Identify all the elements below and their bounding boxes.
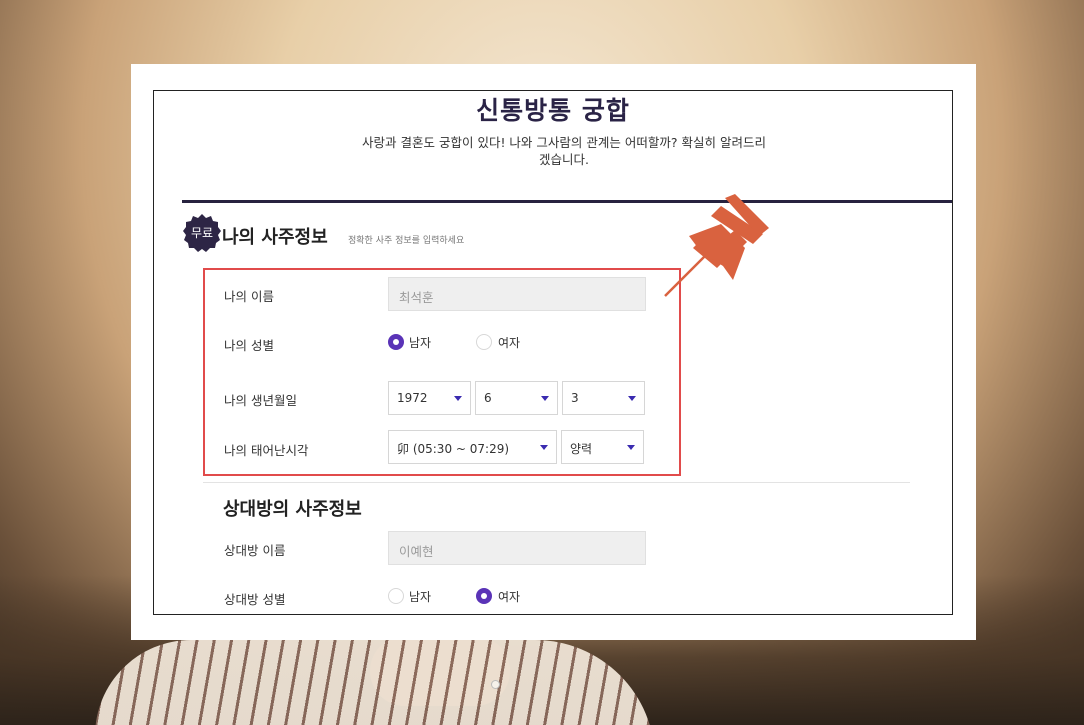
partner-gender-male-label[interactable]: 남자 [409, 588, 431, 605]
caret-down-icon [628, 396, 636, 401]
free-badge: 무료 [182, 213, 222, 253]
pushpin-icon [664, 194, 769, 297]
partner-name-label: 상대방 이름 [224, 543, 286, 558]
section-divider [203, 482, 910, 483]
birth-month-value: 6 [484, 391, 492, 405]
my-gender-male-radio[interactable] [388, 334, 404, 350]
my-gender-male-label[interactable]: 남자 [409, 334, 431, 351]
page-subtitle: 사랑과 결혼도 궁합이 있다! 나와 그사람의 관계는 어떠할까? 확실히 알려… [362, 135, 766, 167]
birth-time-value: 卯 (05:30 ~ 07:29) [397, 442, 510, 456]
caret-down-icon [454, 396, 462, 401]
screenshot-card: 신통방통 궁합 사랑과 결혼도 궁합이 있다! 나와 그사람의 관계는 어떠할까… [131, 64, 976, 640]
form-frame: 신통방통 궁합 사랑과 결혼도 궁합이 있다! 나와 그사람의 관계는 어떠할까… [153, 90, 953, 615]
page-title: 신통방통 궁합 [476, 96, 630, 125]
badge-label: 무료 [190, 226, 214, 240]
caret-down-icon [541, 396, 549, 401]
caret-down-icon [627, 445, 635, 450]
birth-year-select[interactable]: 1972 [388, 381, 471, 415]
my-birthtime-label: 나의 태어난시각 [224, 443, 309, 458]
my-birthdate-label: 나의 생년월일 [224, 393, 297, 408]
my-name-label: 나의 이름 [224, 289, 274, 304]
my-name-input[interactable]: 최석훈 [388, 277, 646, 311]
partner-gender-female-label[interactable]: 여자 [498, 588, 520, 605]
my-gender-label: 나의 성별 [224, 338, 274, 353]
partner-gender-label: 상대방 성별 [224, 592, 286, 607]
my-section-title: 나의 사주정보 [222, 227, 328, 248]
my-gender-female-radio[interactable] [476, 334, 492, 350]
calendar-type-value: 양력 [570, 442, 593, 456]
partner-gender-male-radio[interactable] [388, 588, 404, 604]
partner-gender-female-radio[interactable] [476, 588, 492, 604]
header-divider [182, 200, 952, 203]
my-gender-female-label[interactable]: 여자 [498, 334, 520, 351]
birth-day-value: 3 [571, 391, 579, 405]
calendar-type-select[interactable]: 양력 [561, 430, 644, 464]
background-shirt-button [491, 680, 500, 689]
caret-down-icon [540, 445, 548, 450]
partner-section-title: 상대방의 사주정보 [223, 499, 362, 520]
partner-name-input[interactable]: 이예현 [388, 531, 646, 565]
background-person-shirt [95, 640, 655, 725]
birth-time-select[interactable]: 卯 (05:30 ~ 07:29) [388, 430, 557, 464]
birth-year-value: 1972 [397, 391, 428, 405]
my-section-note: 정확한 사주 정보를 입력하세요 [348, 236, 465, 246]
birth-month-select[interactable]: 6 [475, 381, 558, 415]
birth-day-select[interactable]: 3 [562, 381, 645, 415]
